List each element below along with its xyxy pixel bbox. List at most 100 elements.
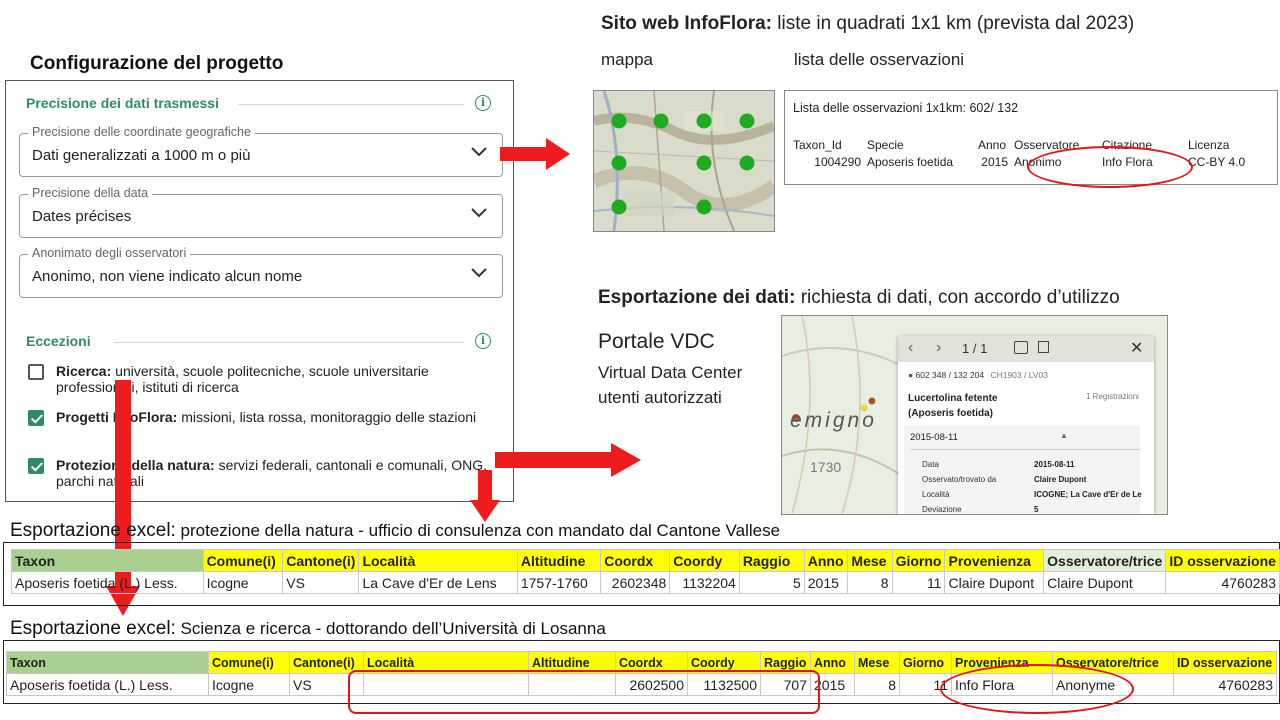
info-icon[interactable]: i — [475, 95, 491, 111]
cell-coordx: 2602348 — [600, 571, 671, 594]
cell-year: 2015 — [981, 154, 1008, 169]
column-header: Anno — [803, 549, 849, 572]
portal-description: Virtual Data Center utenti autorizzati — [598, 360, 742, 410]
coords-system: CH1903 / LV03 — [990, 370, 1048, 380]
observation-dot — [739, 113, 755, 129]
cell-observer: Claire Dupont — [1043, 571, 1167, 594]
excel2-heading-bold: Esportazione excel: — [10, 618, 176, 639]
portal-line: Virtual Data Center — [598, 363, 743, 382]
column-header: ID osservazione — [1165, 549, 1280, 572]
highlight-oval — [1027, 146, 1193, 188]
list-label: lista delle osservazioni — [794, 50, 965, 69]
checkbox-unchecked[interactable] — [28, 364, 44, 380]
cell-taxon: Aposeris foetida (L.) Less. — [11, 571, 204, 594]
highlight-oval — [940, 664, 1134, 714]
cell-commune: Icogne — [202, 571, 284, 594]
checkbox-checked[interactable] — [28, 458, 44, 474]
copy-icon[interactable] — [1038, 341, 1049, 353]
excel1-table: Taxon Comune(i) Cantone(i) Località Alti… — [11, 549, 1280, 594]
cell-license: CC-BY 4.0 — [1188, 154, 1246, 169]
column-header: Giorno — [891, 549, 946, 572]
chevron-up-icon[interactable]: ▲ — [1060, 431, 1068, 440]
portal-line: utenti autorizzati — [598, 388, 722, 407]
excel-header-row: Taxon Comune(i) Cantone(i) Località Alti… — [11, 549, 1280, 572]
vdc-screenshot: emigno 1730 ‹ › 1 / 1 ✕ ● 602 348 / 132 … — [781, 315, 1168, 515]
detail-value: 5 — [1034, 505, 1039, 514]
cell-radius: 5 — [738, 571, 805, 594]
detail-keys: Data Osservato/trovato da Località Devia… — [922, 457, 997, 514]
observation-dot — [653, 113, 669, 129]
field-value: Dati generalizzati a 1000 m o più — [32, 147, 251, 164]
info-icon[interactable]: i — [475, 333, 491, 349]
observation-dot — [611, 199, 627, 215]
cell-source: Claire Dupont — [944, 571, 1045, 594]
observation-dot — [611, 113, 627, 129]
close-icon[interactable]: ✕ — [1130, 338, 1143, 358]
observation-dot — [739, 155, 755, 171]
column-header: Coordy — [669, 549, 740, 572]
cell-altitude: 1757-1760 — [516, 571, 602, 594]
column-header: Licenza — [1188, 137, 1230, 152]
cell-observation-id: 4760283 — [1165, 571, 1280, 594]
chevron-right-icon[interactable]: › — [936, 339, 941, 357]
config-panel: Precisione dei dati trasmessi i Precisio… — [5, 80, 514, 502]
map-altitude: 1730 — [810, 459, 842, 475]
coords-value: 602 348 / 132 204 — [915, 370, 985, 380]
column-header: Taxon — [6, 651, 209, 674]
observation-popup: ‹ › 1 / 1 ✕ ● 602 348 / 132 204 CH1903 /… — [898, 336, 1154, 514]
registrations-count: 1 Registrazioni — [1086, 392, 1139, 401]
map-label: mappa — [601, 50, 653, 69]
arrow-right-icon — [495, 443, 641, 477]
date-precision-select[interactable]: Precisione della data Dates précises — [19, 186, 503, 238]
cell-canton: VS — [282, 571, 360, 594]
section-exceptions-heading: Eccezioni — [26, 333, 91, 349]
observation-dots — [611, 113, 755, 215]
divider — [910, 449, 1140, 450]
cell-month: 8 — [847, 571, 893, 594]
detail-key: Località — [922, 490, 950, 499]
export-heading: Esportazione dei dati: richiesta di dati… — [598, 287, 1120, 309]
excel2-heading-rest: Scienza e ricerca - dottorando dell’Univ… — [175, 619, 606, 638]
coord-precision-select[interactable]: Precisione delle coordinate geografiche … — [19, 125, 503, 177]
detail-value: Claire Dupont — [1034, 475, 1087, 484]
cell-month: 8 — [854, 673, 900, 696]
website-heading-bold: Sito web InfoFlora: — [601, 13, 772, 34]
detail-key: Osservato/trovato da — [922, 475, 997, 484]
field-value: Dates précises — [32, 208, 132, 225]
chevron-down-icon — [471, 147, 487, 157]
observer-anonymity-select[interactable]: Anonimato degli osservatori Anonimo, non… — [19, 246, 503, 298]
focus-icon[interactable] — [1014, 341, 1028, 354]
popup-coordinates: ● 602 348 / 132 204 CH1903 / LV03 — [908, 370, 1048, 380]
column-header: ID osservazione — [1173, 651, 1277, 674]
field-label: Anonimato degli osservatori — [28, 246, 191, 260]
column-header: Mese — [847, 549, 893, 572]
chevron-down-icon — [471, 208, 487, 218]
species-latin-name: (Aposeris foetida) — [908, 408, 994, 419]
arrow-down-icon — [470, 470, 500, 522]
excel1-heading: Esportazione excel: protezione della nat… — [10, 520, 780, 542]
chevron-left-icon[interactable]: ‹ — [908, 339, 913, 357]
cell-taxon: Aposeris foetida (L.) Less. — [6, 673, 209, 696]
column-header: Comune(i) — [202, 549, 284, 572]
cell-locality: La Cave d'Er de Lens — [358, 571, 518, 594]
divider — [114, 342, 464, 343]
species-common-name: Lucertolina fetente — [908, 393, 998, 404]
excel1-heading-rest: protezione della natura - ufficio di con… — [175, 521, 781, 540]
detail-key: Deviazione — [922, 505, 962, 514]
cell-observation-id: 4760283 — [1173, 673, 1277, 696]
checkbox-checked[interactable] — [28, 410, 44, 426]
cell-day: 11 — [891, 571, 946, 594]
exception-label: Ricerca: — [56, 363, 112, 379]
field-value: Anonimo, non viene indicato alcun nome — [32, 268, 303, 285]
section-precision-heading: Precisione dei dati trasmessi — [26, 95, 219, 111]
detail-value: 2015-08-11 — [1034, 460, 1075, 469]
map-thumbnail[interactable] — [593, 90, 775, 232]
map-place-name: emigno — [790, 409, 877, 432]
column-header: Osservatore/trice — [1043, 549, 1167, 572]
excel2-heading: Esportazione excel: Scienza e ricerca - … — [10, 618, 606, 640]
field-label: Precisione delle coordinate geografiche — [28, 125, 255, 139]
field-label: Precisione della data — [28, 186, 153, 200]
column-header: Taxon — [11, 549, 204, 572]
observation-date-toggle[interactable]: 2015-08-11 — [910, 432, 958, 443]
list-title: Lista delle osservazioni 1x1km: 602/ 132 — [793, 101, 1019, 115]
